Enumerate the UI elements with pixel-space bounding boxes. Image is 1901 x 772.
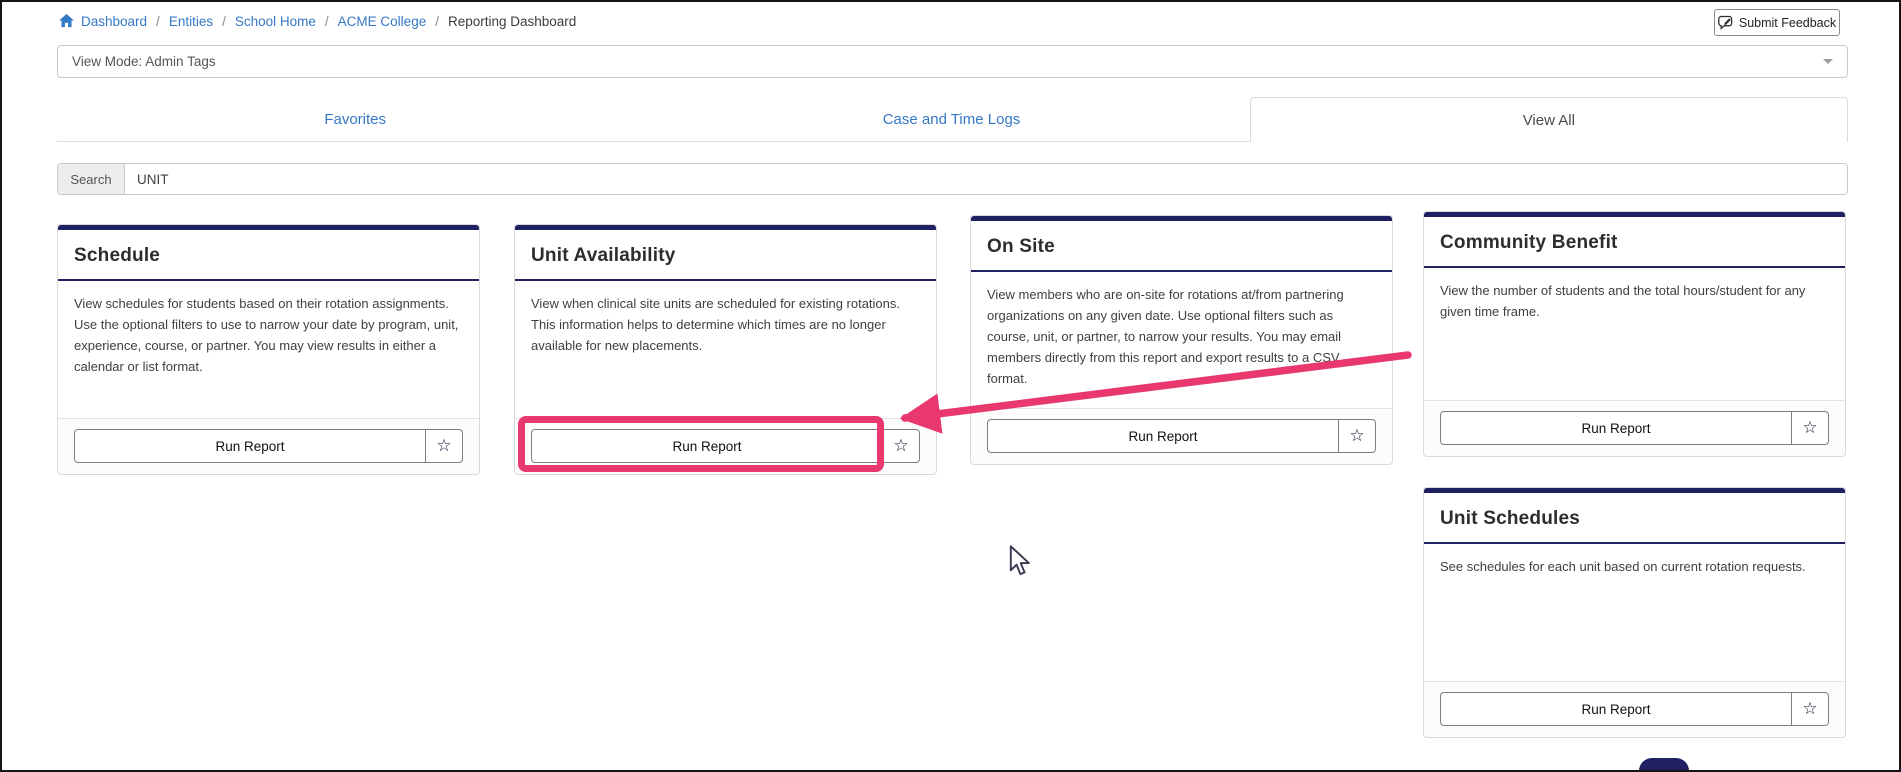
star-icon: ☆ [893, 436, 909, 455]
reporting-dashboard-page: Dashboard / Entities / School Home / ACM… [0, 0, 1901, 772]
view-mode-value: View Mode: Admin Tags [72, 54, 216, 69]
favorite-star-button-schedule[interactable]: ☆ [426, 429, 463, 463]
card-footer: Run Report ☆ [1424, 681, 1845, 737]
chevron-down-icon [1823, 59, 1833, 64]
star-icon: ☆ [1802, 699, 1818, 718]
favorite-star-button-unit-schedules[interactable]: ☆ [1792, 692, 1829, 726]
submit-feedback-button[interactable]: Submit Feedback [1714, 9, 1840, 36]
card-title: On Site [987, 236, 1055, 257]
card-description: View members who are on-site for rotatio… [987, 287, 1344, 387]
report-tabs: Favorites Case and Time Logs View All [57, 97, 1848, 142]
breadcrumb-link-acme-college[interactable]: ACME College [338, 14, 427, 29]
report-card-on-site: On Site View members who are on-site for… [970, 215, 1393, 465]
tab-view-all[interactable]: View All [1249, 97, 1848, 142]
run-report-button-unit-availability[interactable]: Run Report [531, 429, 883, 463]
breadcrumb-separator: / [156, 13, 160, 29]
tab-case-and-time-logs[interactable]: Case and Time Logs [653, 97, 1249, 141]
favorite-star-button-on-site[interactable]: ☆ [1339, 419, 1376, 453]
card-title: Unit Availability [531, 245, 676, 266]
card-title: Unit Schedules [1440, 508, 1581, 529]
breadcrumb-link-entities[interactable]: Entities [169, 14, 213, 29]
breadcrumb-link-school-home[interactable]: School Home [235, 14, 316, 29]
breadcrumb-link-dashboard[interactable]: Dashboard [81, 14, 147, 29]
card-title: Community Benefit [1440, 232, 1618, 253]
breadcrumb-current-page: Reporting Dashboard [447, 13, 577, 29]
card-footer: Run Report ☆ [1424, 400, 1845, 456]
card-footer: Run Report ☆ [971, 408, 1392, 464]
search-label: Search [58, 164, 125, 194]
card-footer: Run Report ☆ [515, 418, 936, 474]
home-icon [59, 14, 74, 28]
view-mode-select[interactable]: View Mode: Admin Tags [57, 45, 1848, 78]
breadcrumb: Dashboard / Entities / School Home / ACM… [59, 10, 576, 32]
mouse-cursor [1008, 545, 1032, 582]
card-footer: Run Report ☆ [58, 418, 479, 474]
report-card-community-benefit: Community Benefit View the number of stu… [1423, 211, 1846, 457]
tab-favorites[interactable]: Favorites [57, 97, 653, 141]
chat-widget-button[interactable] [1639, 758, 1689, 770]
breadcrumb-separator: / [435, 13, 439, 29]
report-card-unit-schedules: Unit Schedules See schedules for each un… [1423, 487, 1846, 738]
run-report-button-on-site[interactable]: Run Report [987, 419, 1339, 453]
card-description: View when clinical site units are schedu… [531, 296, 901, 354]
favorite-star-button-community-benefit[interactable]: ☆ [1792, 411, 1829, 445]
card-title: Schedule [74, 245, 161, 266]
star-icon: ☆ [1802, 418, 1818, 437]
report-card-schedule: Schedule View schedules for students bas… [57, 224, 480, 475]
report-card-unit-availability: Unit Availability View when clinical sit… [514, 224, 937, 475]
feedback-icon [1718, 15, 1734, 30]
breadcrumb-separator: / [222, 13, 226, 29]
search-bar: Search [57, 163, 1848, 195]
run-report-button-schedule[interactable]: Run Report [74, 429, 426, 463]
breadcrumb-separator: / [324, 13, 329, 29]
submit-feedback-label: Submit Feedback [1738, 15, 1837, 30]
star-icon: ☆ [436, 436, 452, 455]
card-description: View schedules for students based on the… [74, 296, 459, 375]
star-icon: ☆ [1349, 426, 1365, 445]
card-description: View the number of students and the tota… [1440, 283, 1806, 320]
card-description: See schedules for each unit based on cur… [1440, 559, 1806, 574]
search-input[interactable] [125, 164, 1847, 194]
run-report-button-community-benefit[interactable]: Run Report [1440, 411, 1792, 445]
run-report-button-unit-schedules[interactable]: Run Report [1440, 692, 1792, 726]
favorite-star-button-unit-availability[interactable]: ☆ [883, 429, 920, 463]
